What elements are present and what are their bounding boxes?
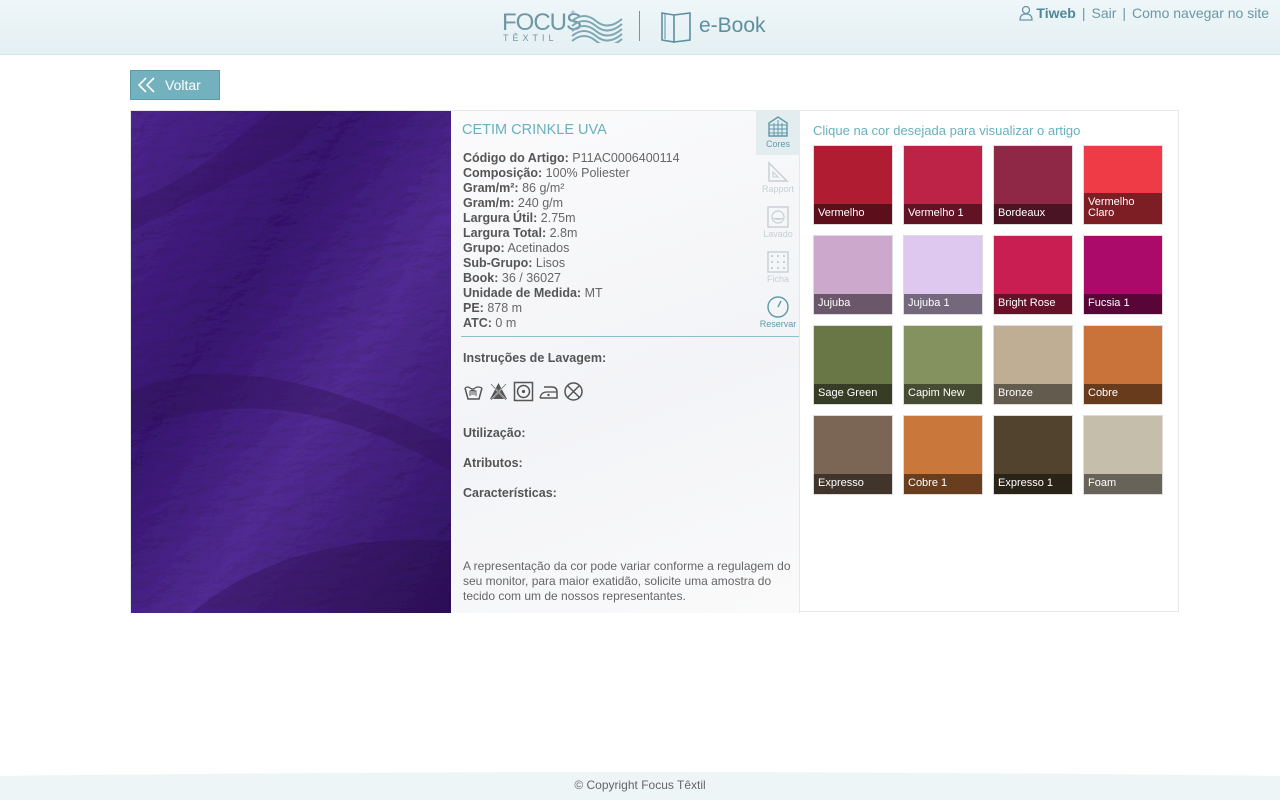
reservar-tab[interactable]: Reservar — [756, 291, 800, 335]
utilizacao-label: Utilização: — [463, 426, 526, 440]
color-swatch[interactable]: Vermelho — [813, 145, 893, 225]
tumble-dry-icon — [513, 381, 534, 402]
focus-textil-logo[interactable]: FOCUS ® TÊXTIL — [502, 8, 623, 46]
color-swatch-label: Sage Green — [814, 384, 892, 404]
no-dry-clean-icon — [564, 382, 583, 401]
spec-row: Largura Útil: 2.75m — [463, 211, 576, 225]
no-bleach-icon — [490, 383, 507, 401]
spec-row: Composição: 100% Poliester — [463, 166, 630, 180]
back-label: Voltar — [165, 77, 201, 93]
lavado-label: Lavado — [763, 229, 793, 239]
color-swatch[interactable]: Sage Green — [813, 325, 893, 405]
hand-wash-icon — [464, 386, 483, 400]
product-specs: Código do Artigo: P11AC0006400114 Compos… — [463, 151, 680, 331]
color-swatch[interactable]: Jujuba 1 — [903, 235, 983, 315]
double-chevron-left-icon — [137, 77, 155, 93]
triangle-ruler-icon — [768, 161, 789, 182]
ficha-tab[interactable]: Ficha — [756, 246, 800, 290]
nav-separator: | — [1081, 5, 1086, 21]
color-swatch-label: Bright Rose — [994, 294, 1072, 314]
help-link[interactable]: Como navegar no site — [1132, 5, 1269, 21]
color-swatch[interactable]: Fucsia 1 — [1083, 235, 1163, 315]
rapport-tab[interactable]: Rapport — [756, 156, 800, 200]
color-swatch[interactable]: Vermelho 1 — [903, 145, 983, 225]
copyright-text: © Copyright Focus Têxtil — [574, 778, 706, 792]
colors-instruction: Clique na cor desejada para visualizar o… — [813, 123, 1081, 138]
rapport-label: Rapport — [761, 184, 795, 194]
wash-instructions-icons — [463, 381, 584, 402]
fabric-texture — [131, 111, 451, 613]
spec-row: Book: 36 / 36027 — [463, 271, 561, 285]
product-title: CETIM CRINKLE UVA — [462, 122, 607, 138]
color-swatch-label: Bordeaux — [994, 204, 1072, 224]
spec-row: Largura Total: 2.8m — [463, 226, 578, 240]
cores-label: Cores — [765, 139, 790, 149]
waves-logo-icon — [571, 15, 623, 43]
color-swatch[interactable]: Cobre — [1083, 325, 1163, 405]
color-swatch-label: Expresso 1 — [994, 474, 1072, 494]
color-disclaimer: A representação da cor pode variar confo… — [463, 559, 791, 603]
product-info: CETIM CRINKLE UVA Código do Artigo: P11A… — [451, 111, 800, 613]
spec-row: Gram/m²: 86 g/m² — [463, 181, 565, 195]
spec-row: PE: 878 m — [463, 301, 523, 315]
lavado-tab[interactable]: Lavado — [756, 201, 800, 245]
color-swatch[interactable]: Bordeaux — [993, 145, 1073, 225]
back-button[interactable]: Voltar — [130, 70, 220, 100]
user-name[interactable]: Tiweb — [1036, 5, 1075, 21]
logout-link[interactable]: Sair — [1091, 5, 1116, 21]
book-icon — [661, 12, 691, 43]
color-swatch[interactable]: Foam — [1083, 415, 1163, 495]
spec-row: Sub-Grupo: Lisos — [463, 256, 566, 270]
color-swatch-label: Vermelho Claro — [1084, 193, 1162, 224]
wash-instructions-title: Instruções de Lavagem: — [463, 351, 607, 365]
color-swatch[interactable]: Expresso — [813, 415, 893, 495]
cores-tab[interactable]: Cores — [756, 111, 800, 155]
color-swatch-label: Capim New — [904, 384, 982, 404]
washed-icon — [767, 206, 789, 228]
color-swatch[interactable]: Cobre 1 — [903, 415, 983, 495]
caracteristicas-label: Características: — [463, 486, 557, 500]
color-swatch[interactable]: Bronze — [993, 325, 1073, 405]
color-swatch-label: Jujuba 1 — [904, 294, 982, 314]
color-swatch-label: Cobre — [1084, 384, 1162, 404]
nav-separator: | — [1122, 5, 1127, 21]
color-swatch[interactable]: Vermelho Claro — [1083, 145, 1163, 225]
fabric-image[interactable] — [131, 111, 451, 613]
color-swatch-label: Cobre 1 — [904, 474, 982, 494]
product-panel: CETIM CRINKLE UVA Código do Artigo: P11A… — [130, 110, 1179, 613]
color-swatch[interactable]: Expresso 1 — [993, 415, 1073, 495]
color-swatch[interactable]: Bright Rose — [993, 235, 1073, 315]
spec-row: ATC: 0 m — [463, 316, 517, 330]
top-navigation: Tiweb | Sair | Como navegar no site — [1019, 5, 1269, 21]
spec-row: Gram/m: 240 g/m — [463, 196, 564, 210]
spec-row: Unidade de Medida: MT — [463, 286, 603, 300]
spec-divider — [461, 336, 799, 337]
color-swatch-label: Fucsia 1 — [1084, 294, 1162, 314]
color-swatch[interactable]: Capim New — [903, 325, 983, 405]
color-swatch-label: Jujuba — [814, 294, 892, 314]
atributos-label: Atributos: — [463, 456, 523, 470]
color-swatch-label: Vermelho 1 — [904, 204, 982, 224]
color-swatch-label: Bronze — [994, 384, 1072, 404]
site-header: FOCUS ® TÊXTIL e-Book Tiweb | Sair | Com… — [0, 0, 1280, 55]
user-icon — [1019, 5, 1034, 21]
spec-row: Código do Artigo: P11AC0006400114 — [463, 151, 680, 165]
color-swatch-label: Vermelho — [814, 204, 892, 224]
color-swatch-label: Foam — [1084, 474, 1162, 494]
grid-icon — [767, 251, 789, 273]
iron-icon — [539, 386, 558, 399]
ficha-label: Ficha — [766, 274, 789, 284]
reservar-label: Reservar — [759, 319, 797, 329]
brand-subtitle: TÊXTIL — [503, 33, 558, 43]
spec-row: Grupo: Acetinados — [463, 241, 570, 255]
header-divider — [639, 11, 640, 41]
palette-grid-icon — [768, 116, 788, 137]
color-swatch[interactable]: Jujuba — [813, 235, 893, 315]
clock-icon — [767, 296, 789, 318]
ebook-title: e-Book — [699, 14, 766, 37]
color-swatch-label: Expresso — [814, 474, 892, 494]
